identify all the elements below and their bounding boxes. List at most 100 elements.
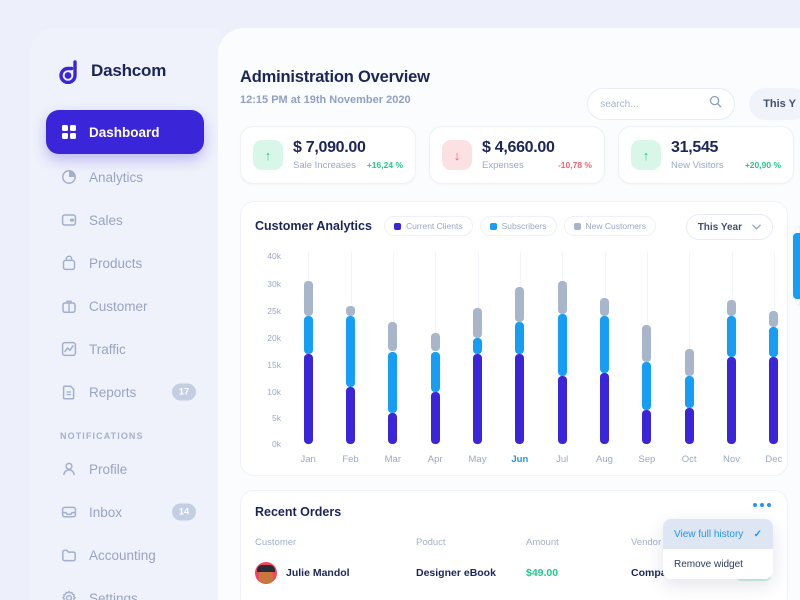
chart-bar-group[interactable] bbox=[557, 250, 567, 446]
more-dots-icon[interactable] bbox=[753, 503, 771, 507]
chart-bar-segment bbox=[430, 351, 440, 392]
context-menu-label: Remove widget bbox=[674, 558, 743, 570]
folder-icon bbox=[60, 547, 77, 564]
x-axis-tick-label: Sep bbox=[638, 454, 656, 465]
legend-color-swatch bbox=[573, 222, 581, 230]
check-icon: ✓ bbox=[753, 528, 762, 540]
chart-bar-group[interactable] bbox=[515, 250, 525, 446]
cell-product: Designer eBook bbox=[416, 567, 496, 579]
chart-bar-group[interactable] bbox=[727, 250, 736, 446]
sidebar-item-traffic[interactable]: Traffic bbox=[46, 329, 204, 369]
sidebar-section-label: NOTIFICATIONS bbox=[60, 431, 144, 441]
stat-label: Sale Increases bbox=[293, 159, 356, 171]
y-axis-tick-label: 10k bbox=[267, 387, 281, 397]
chart-bar-segment bbox=[515, 354, 525, 444]
legend-item[interactable]: New Customers bbox=[563, 216, 656, 236]
search-icon[interactable] bbox=[709, 95, 722, 113]
sidebar-item-label: Reports bbox=[89, 384, 137, 400]
chart-plot: 40k 30k 25k 20k 15k 10k 5k 0k Jan Feb Mar Apr May Ju… bbox=[255, 250, 782, 465]
wallet-icon bbox=[60, 212, 77, 229]
chart-bar-segment bbox=[769, 356, 779, 444]
chart-range-select[interactable]: This Year bbox=[685, 214, 773, 240]
x-axis-tick-label: Dec bbox=[765, 454, 783, 465]
chart-bar-segment bbox=[473, 338, 482, 355]
main-content: Administration Overview 12:15 PM at 19th… bbox=[218, 28, 800, 600]
search-box[interactable] bbox=[587, 88, 736, 120]
stat-label: New Visitors bbox=[671, 159, 724, 171]
orders-title: Recent Orders bbox=[255, 505, 342, 519]
y-axis-tick-label: 20k bbox=[267, 333, 281, 343]
chart-legend: Current Clients Subscribers New Customers bbox=[383, 216, 656, 236]
chart-bar-segment bbox=[346, 316, 355, 387]
context-menu-item-remove-widget[interactable]: Remove widget bbox=[663, 549, 773, 579]
chart-bar-segment bbox=[727, 356, 736, 444]
chart-bar-group[interactable] bbox=[473, 250, 482, 446]
chart-bar-group[interactable] bbox=[600, 250, 609, 446]
recent-orders-card: Recent Orders Customer Poduct Amount Ven… bbox=[240, 490, 788, 600]
sidebar-item-products[interactable]: Products bbox=[46, 243, 204, 283]
x-axis-tick-label: Mar bbox=[384, 454, 402, 465]
x-axis-tick-label: Feb bbox=[342, 454, 359, 465]
sidebar-item-analytics[interactable]: Analytics bbox=[46, 157, 204, 197]
chart-bar-segment bbox=[642, 362, 652, 411]
sidebar-item-customer[interactable]: Customer bbox=[46, 286, 204, 326]
page-title: Administration Overview bbox=[240, 68, 430, 86]
chart-grid-area bbox=[287, 250, 779, 446]
stat-value: $ 7,090.00 bbox=[293, 139, 366, 157]
user-icon bbox=[60, 461, 77, 478]
sidebar-item-inbox[interactable]: Inbox 14 bbox=[46, 492, 204, 532]
widget-context-menu: View full history ✓ Remove widget bbox=[663, 519, 773, 579]
chart-bar-segment bbox=[346, 386, 355, 444]
context-menu-item-view-full-history[interactable]: View full history ✓ bbox=[663, 519, 773, 549]
customer-analytics-card: Customer Analytics Current Clients Subscr… bbox=[240, 201, 788, 476]
sidebar-item-label: Products bbox=[89, 255, 143, 271]
chart-bar-group[interactable] bbox=[642, 250, 652, 446]
sidebar-item-profile[interactable]: Profile bbox=[46, 449, 204, 489]
chart-bar-segment bbox=[769, 327, 779, 357]
chart-bar-group[interactable] bbox=[769, 250, 779, 446]
sidebar-item-dashboard[interactable]: Dashboard bbox=[46, 110, 204, 154]
chart-bar-group[interactable] bbox=[303, 250, 313, 446]
chart-bar-segment bbox=[600, 297, 609, 317]
sidebar-item-settings[interactable]: Settings bbox=[46, 578, 204, 600]
chart-bar-segment bbox=[727, 300, 736, 317]
chart-bar-segment bbox=[388, 412, 398, 444]
chart-range-label: This Year bbox=[697, 221, 742, 233]
arrow-up-icon: ↑ bbox=[253, 140, 283, 170]
stat-card-sale-increases[interactable]: ↑ $ 7,090.00 Sale Increases +16,24 % bbox=[240, 126, 416, 184]
legend-item[interactable]: Current Clients bbox=[383, 216, 473, 236]
stat-card-expenses[interactable]: ↓ $ 4,660.00 Expenses -10,78 % bbox=[429, 126, 605, 184]
legend-label: New Customers bbox=[585, 221, 646, 231]
sidebar-item-reports[interactable]: Reports 17 bbox=[46, 372, 204, 412]
chart-bar-group[interactable] bbox=[388, 250, 398, 446]
chart-bar-segment bbox=[430, 332, 440, 352]
chart-bar-segment bbox=[557, 281, 567, 314]
sidebar-item-sales[interactable]: Sales bbox=[46, 200, 204, 240]
stat-delta: -10,78 % bbox=[557, 159, 592, 170]
stat-delta: +16,24 % bbox=[366, 159, 403, 170]
x-axis-tick-label: May bbox=[468, 454, 487, 465]
chart-bar-group[interactable] bbox=[346, 250, 355, 446]
chart-x-axis: Jan Feb Mar Apr May Jun Jul Aug Sep Oct Nov Dec bbox=[287, 450, 782, 468]
chart-bar-group[interactable] bbox=[684, 250, 694, 446]
chart-y-axis: 40k 30k 25k 20k 15k 10k 5k 0k bbox=[255, 250, 281, 449]
stat-delta: +20,90 % bbox=[744, 159, 781, 170]
chart-bar-group[interactable] bbox=[430, 250, 440, 446]
chart-bar-segment bbox=[642, 324, 652, 363]
legend-item[interactable]: Subscribers bbox=[479, 216, 557, 236]
column-header-amount: Amount bbox=[526, 537, 559, 548]
y-axis-tick-label: 25k bbox=[267, 306, 281, 316]
y-axis-tick-label: 15k bbox=[267, 360, 281, 370]
stat-card-new-visitors[interactable]: ↑ 31,545 New Visitors +20,90 % bbox=[618, 126, 794, 184]
chart-bar-segment bbox=[600, 373, 609, 444]
column-header-customer: Customer bbox=[255, 537, 297, 548]
date-range-pill[interactable]: This Y bbox=[749, 88, 800, 120]
arrow-up-icon: ↑ bbox=[631, 140, 661, 170]
legend-color-swatch bbox=[393, 222, 401, 230]
y-axis-tick-label: 5k bbox=[272, 413, 281, 423]
inbox-icon bbox=[60, 504, 77, 521]
status-badge: 17 bbox=[172, 383, 196, 401]
search-input[interactable] bbox=[600, 98, 704, 110]
sidebar-item-label: Settings bbox=[89, 590, 138, 600]
sidebar-item-accounting[interactable]: Accounting bbox=[46, 535, 204, 575]
